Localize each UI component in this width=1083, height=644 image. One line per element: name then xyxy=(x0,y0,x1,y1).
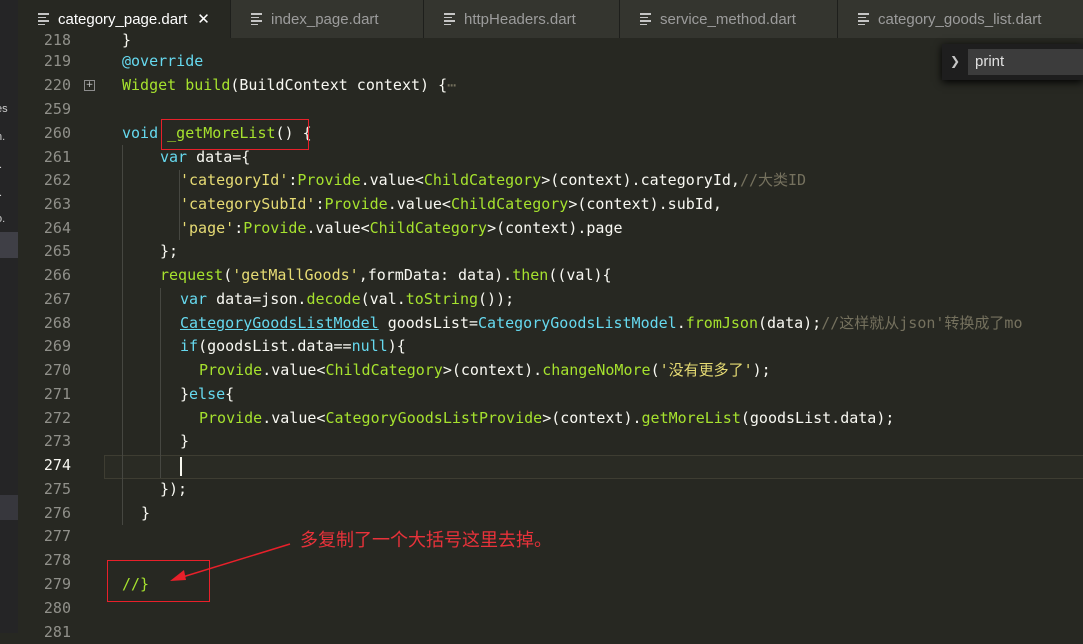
annotation-arrow-icon xyxy=(170,543,291,581)
